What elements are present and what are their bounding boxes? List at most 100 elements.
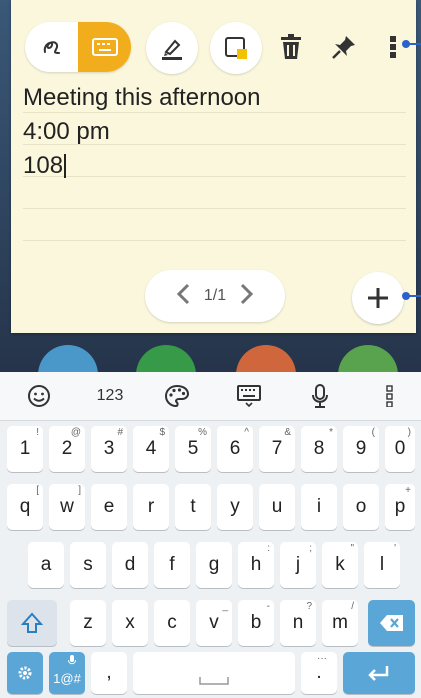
text-cursor	[64, 154, 67, 178]
key-label: k	[335, 554, 345, 575]
key-h[interactable]: :h	[238, 542, 274, 588]
key-x[interactable]: x	[112, 600, 148, 646]
key-label: z	[83, 612, 93, 633]
keyboard-toolbar: 123	[0, 372, 421, 421]
chevron-right-icon[interactable]	[240, 283, 254, 310]
key-label: .	[316, 662, 322, 683]
key-hint: '	[394, 543, 396, 554]
key-hint: ]	[78, 485, 81, 496]
keyboard-icon[interactable]	[232, 380, 266, 412]
soft-keyboard: 123 ! 1 @2 #3 $4 % 5 ^ 6 & 7 * 8 (9 ) 0 [q ] w …	[0, 372, 421, 698]
key-3[interactable]: #3	[91, 426, 127, 472]
callout-dot	[402, 40, 410, 48]
key-hint: +	[405, 485, 411, 496]
note-color-icon[interactable]	[210, 22, 262, 74]
key-m[interactable]: / m	[322, 600, 358, 646]
period-key[interactable]: ···.	[301, 652, 337, 694]
app-icon-contacts	[38, 345, 98, 375]
key-b[interactable]: -b	[238, 600, 274, 646]
gear-icon	[18, 666, 32, 680]
key-v[interactable]: _ v	[196, 600, 232, 646]
key-hint: &	[284, 427, 291, 438]
palette-icon[interactable]	[160, 380, 194, 412]
keyboard-icon[interactable]	[78, 22, 131, 72]
key-o[interactable]: o	[343, 484, 379, 530]
key-4[interactable]: $4	[133, 426, 169, 472]
symbols-key[interactable]: 1@#	[49, 652, 85, 694]
key-6[interactable]: ^ 6	[217, 426, 253, 472]
key-label: q	[19, 496, 31, 517]
enter-key[interactable]	[343, 652, 415, 694]
key-s[interactable]: s	[70, 542, 106, 588]
smiley-icon[interactable]	[22, 380, 56, 412]
comma-key[interactable]: ,	[91, 652, 127, 694]
plus-icon	[368, 288, 388, 308]
pin-icon[interactable]	[329, 30, 359, 64]
key-l[interactable]: ' l	[364, 542, 400, 588]
key-8[interactable]: * 8	[301, 426, 337, 472]
trash-icon[interactable]	[276, 30, 306, 64]
key-0[interactable]: ) 0	[385, 426, 415, 472]
key-w[interactable]: ] w	[49, 484, 85, 530]
note-line-3-container[interactable]: 108	[23, 151, 67, 181]
highlighter-icon[interactable]	[146, 22, 198, 74]
key-y[interactable]: y	[217, 484, 253, 530]
mic-icon[interactable]	[303, 380, 337, 412]
note-pager: 1/1	[145, 270, 285, 322]
key-hint: /	[351, 601, 354, 612]
input-mode-toggle[interactable]	[25, 22, 131, 72]
key-2[interactable]: @2	[49, 426, 85, 472]
key-g[interactable]: g	[196, 542, 232, 588]
more-vert-icon[interactable]	[384, 30, 404, 64]
shift-icon	[21, 612, 43, 633]
key-label: 7	[271, 438, 283, 459]
key-j[interactable]: ; j	[280, 542, 316, 588]
sticky-note[interactable]: Meeting this afternoon 4:00 pm 108 1/1	[11, 0, 416, 333]
key-label: i	[316, 496, 322, 517]
note-rule-line	[23, 240, 406, 241]
key-k[interactable]: " k	[322, 542, 358, 588]
note-rule-line	[23, 208, 406, 209]
key-label: f	[169, 554, 175, 575]
note-line-3: 108	[23, 152, 64, 179]
key-q[interactable]: [q	[7, 484, 43, 530]
key-c[interactable]: c	[154, 600, 190, 646]
note-line-2[interactable]: 4:00 pm	[23, 117, 110, 147]
numbers-toggle[interactable]: 123	[88, 380, 132, 412]
key-label: t	[190, 496, 196, 517]
key-label: d	[124, 554, 136, 575]
key-z[interactable]: z	[70, 600, 106, 646]
key-p[interactable]: + p	[385, 484, 415, 530]
space-key[interactable]	[133, 652, 295, 694]
key-label: 0	[394, 438, 406, 459]
key-f[interactable]: f	[154, 542, 190, 588]
key-i[interactable]: i	[301, 484, 337, 530]
key-e[interactable]: e	[91, 484, 127, 530]
key-label: l	[379, 554, 385, 575]
key-hint: #	[117, 427, 123, 438]
key-r[interactable]: r	[133, 484, 169, 530]
key-1[interactable]: ! 1	[7, 426, 43, 472]
note-line-1[interactable]: Meeting this afternoon	[23, 83, 260, 113]
key-5[interactable]: % 5	[175, 426, 211, 472]
space-icon	[199, 677, 229, 685]
chevron-left-icon[interactable]	[176, 283, 190, 310]
key-label: j	[295, 554, 301, 575]
key-label: r	[147, 496, 155, 517]
shift-key[interactable]	[7, 600, 57, 646]
backspace-key[interactable]	[368, 600, 415, 646]
handwriting-icon[interactable]	[25, 22, 78, 72]
key-hint: ^	[244, 427, 249, 438]
key-d[interactable]: d	[112, 542, 148, 588]
key-a[interactable]: a	[28, 542, 64, 588]
key-t[interactable]: t	[175, 484, 211, 530]
key-u[interactable]: u	[259, 484, 295, 530]
settings-key[interactable]	[7, 652, 43, 694]
key-7[interactable]: & 7	[259, 426, 295, 472]
key-n[interactable]: ? n	[280, 600, 316, 646]
key-hint: (	[371, 427, 375, 438]
add-note-button[interactable]	[352, 272, 404, 324]
key-label: 8	[313, 438, 325, 459]
more-vert-icon[interactable]	[380, 380, 400, 412]
key-9[interactable]: (9	[343, 426, 379, 472]
